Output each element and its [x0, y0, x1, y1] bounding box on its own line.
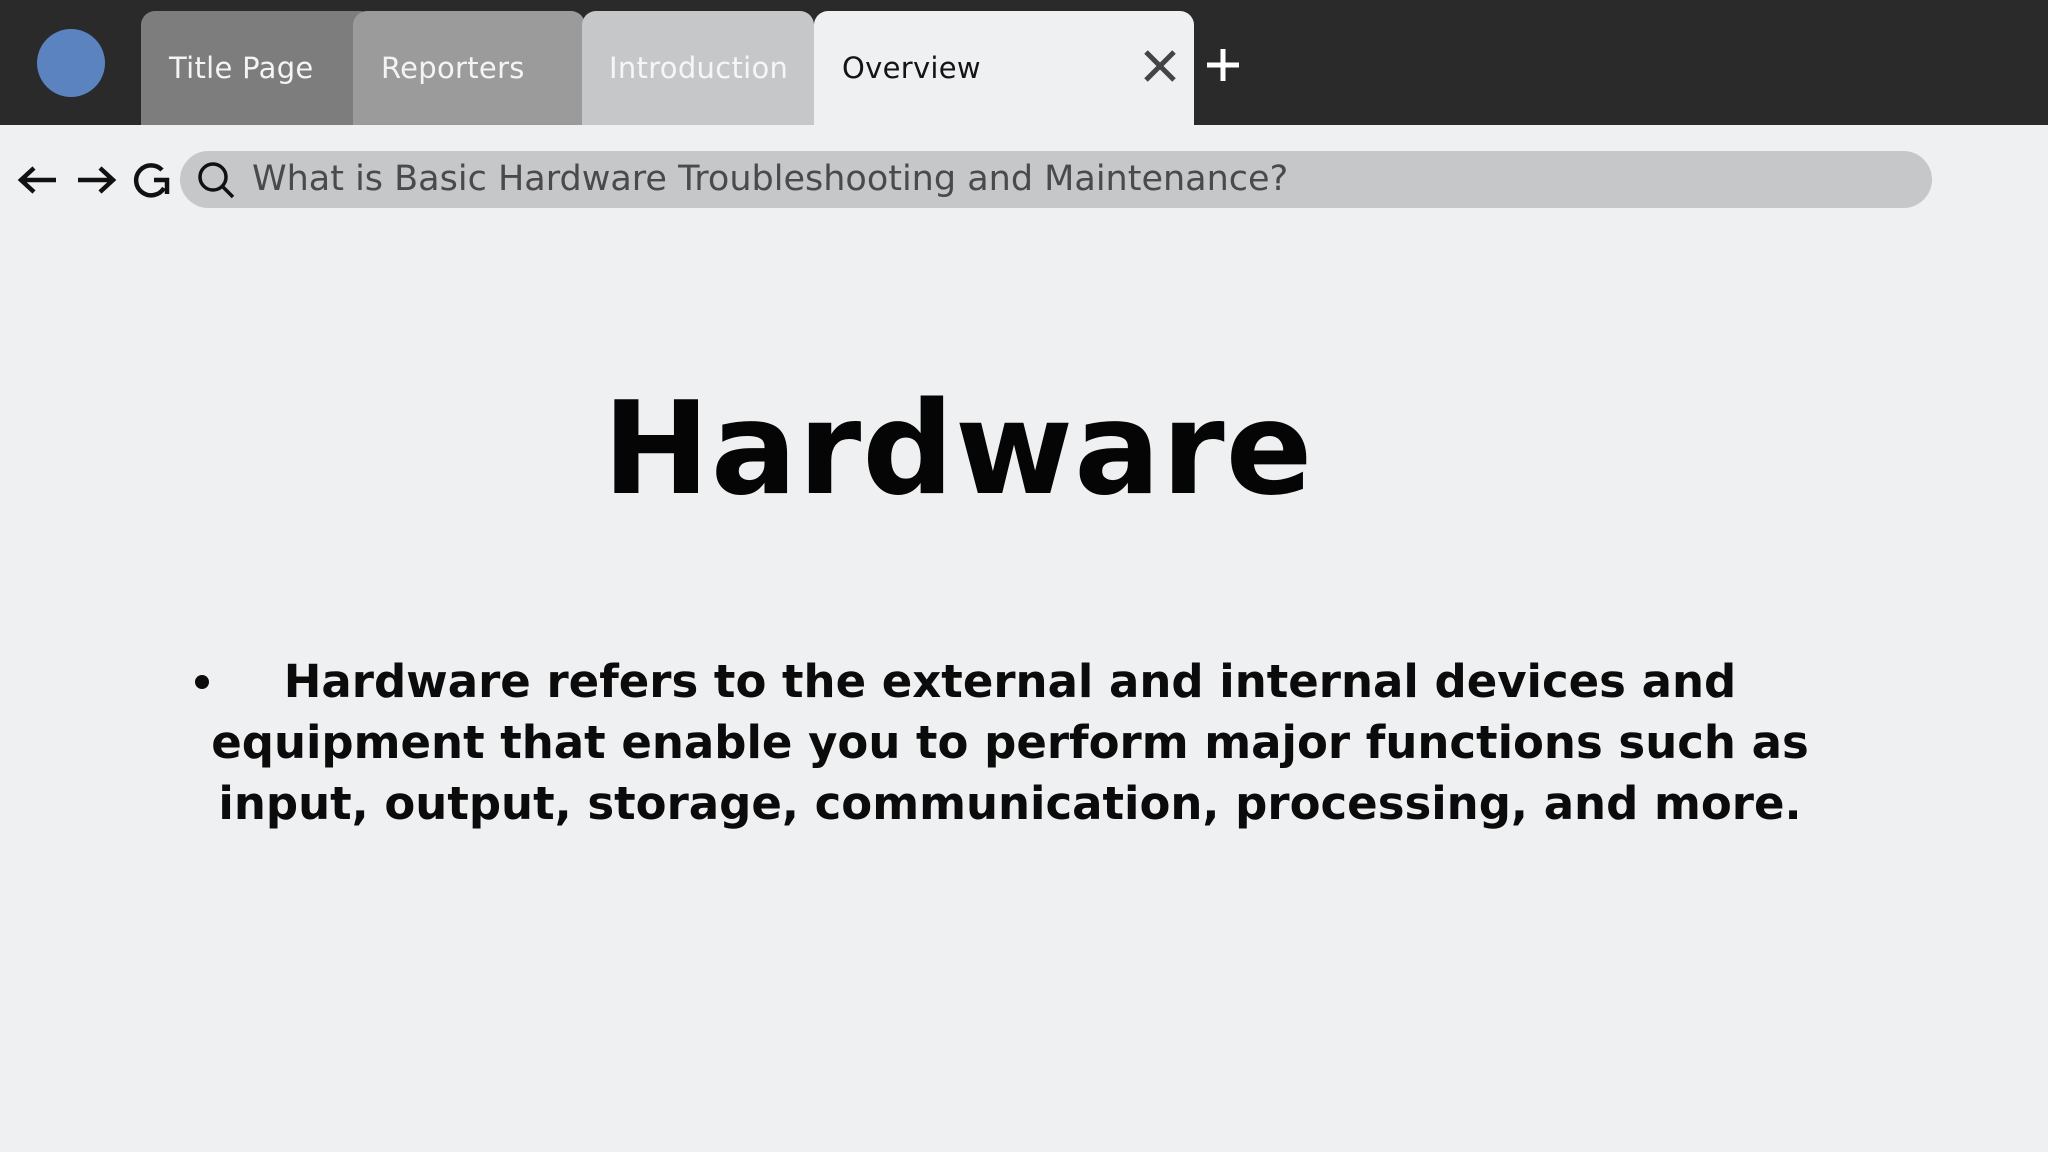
tab-introduction[interactable]: Introduction	[582, 11, 814, 125]
forward-arrow-icon[interactable]	[74, 160, 118, 200]
tab-overview[interactable]: Overview	[814, 11, 1194, 125]
close-icon[interactable]	[1140, 46, 1180, 86]
address-bar[interactable]: What is Basic Hardware Troubleshooting a…	[180, 151, 1932, 208]
page-title: Hardware	[602, 375, 1314, 524]
tab-reporters[interactable]: Reporters	[353, 11, 585, 125]
tab-title-page[interactable]: Title Page	[141, 11, 373, 125]
tab-label: Overview	[842, 51, 981, 85]
search-icon	[198, 162, 235, 199]
bullet-point: Hardware refers to the external and inte…	[180, 651, 1840, 834]
bullet-dot	[195, 675, 209, 689]
reload-icon[interactable]	[130, 158, 172, 202]
profile-avatar[interactable]	[37, 29, 105, 97]
address-bar-text[interactable]: What is Basic Hardware Troubleshooting a…	[252, 151, 1288, 208]
tab-label: Title Page	[169, 51, 314, 85]
back-arrow-icon[interactable]	[16, 160, 60, 200]
tab-label: Introduction	[609, 51, 789, 85]
bullet-text: Hardware refers to the external and inte…	[211, 655, 1809, 830]
tab-label: Reporters	[381, 51, 525, 85]
plus-icon[interactable]	[1204, 46, 1242, 84]
browser-tab-bar: Title Page Reporters Introduction Overvi…	[0, 0, 2048, 125]
